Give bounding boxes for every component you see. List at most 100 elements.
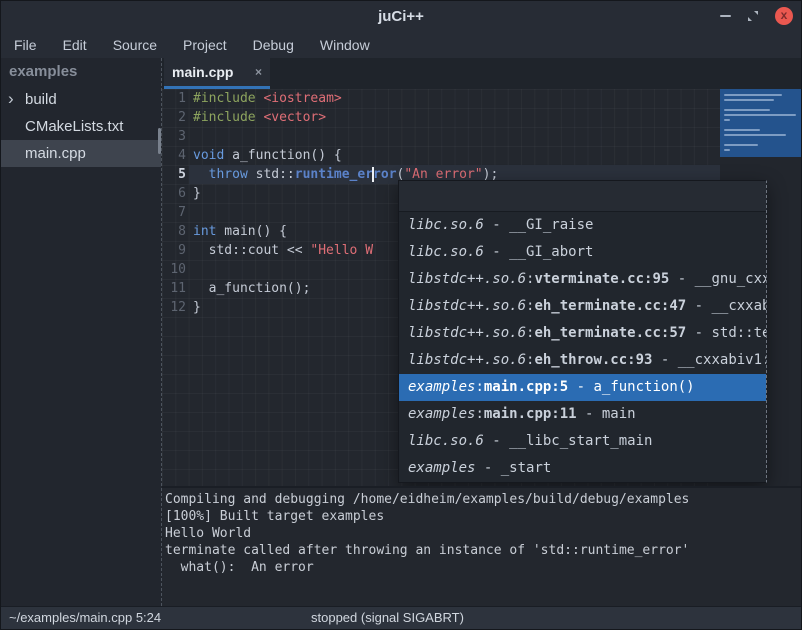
- minimap-code-bar: [724, 149, 730, 151]
- minimap-code-bar: [724, 99, 774, 101]
- code-line: 4void a_function() {: [162, 146, 722, 165]
- stack-frame[interactable]: libstdc++.so.6:eh_terminate.cc:47 - __cx…: [399, 293, 766, 320]
- menu-item-file[interactable]: File: [1, 33, 50, 57]
- close-icon[interactable]: x: [775, 7, 793, 25]
- tab-close-icon[interactable]: ×: [255, 65, 262, 79]
- menu-item-project[interactable]: Project: [170, 33, 240, 57]
- frame-location: eh_throw.cc:93: [534, 352, 652, 368]
- line-number: 11: [162, 279, 189, 298]
- tree-item-label: main.cpp: [25, 145, 86, 162]
- frame-library: examples: [408, 460, 475, 476]
- code-text: [189, 127, 722, 146]
- app-window: juCi++ x FileEditSourceProjectDebugWindo…: [0, 0, 802, 630]
- line-number: 12: [162, 298, 189, 317]
- code-segment: #include: [193, 110, 263, 125]
- window-controls: x: [720, 1, 793, 31]
- code-segment: #include: [193, 91, 263, 106]
- line-number: 5: [162, 165, 189, 184]
- backtrace-popup: libc.so.6 - __GI_raiselibc.so.6 - __GI_a…: [398, 180, 767, 483]
- stack-frame[interactable]: libc.so.6 - __libc_start_main: [399, 428, 766, 455]
- tab-label: main.cpp: [172, 64, 255, 80]
- menubar: FileEditSourceProjectDebugWindow: [1, 31, 801, 58]
- code-editor[interactable]: 1#include <iostream>2#include <vector>34…: [162, 89, 801, 486]
- frame-library: libstdc++.so.6: [408, 352, 526, 368]
- main-area: main.cpp × 1#include <iostream>2 #include…: [161, 58, 801, 606]
- tab-main-cpp[interactable]: main.cpp ×: [164, 58, 270, 89]
- restore-icon[interactable]: [747, 10, 759, 22]
- stack-frame[interactable]: libstdc++.so.6:eh_terminate.cc:57 - std:…: [399, 320, 766, 347]
- status-file-position: ~/examples/main.cpp 5:24: [9, 607, 161, 629]
- stack-frame[interactable]: libstdc++.so.6:vterminate.cc:95 - __gnu_…: [399, 266, 766, 293]
- frame-function: - a_function(): [568, 379, 694, 395]
- code-segment: }: [193, 300, 201, 315]
- frame-function: - __GI_abort: [484, 244, 594, 260]
- console-line: what(): An error: [165, 559, 801, 576]
- stack-frame[interactable]: examples - _start: [399, 455, 766, 482]
- stack-frame[interactable]: libstdc++.so.6:eh_throw.cc:93 - __cxxabi…: [399, 347, 766, 374]
- sidebar-item-main-cpp[interactable]: main.cpp: [1, 140, 161, 167]
- frame-library: examples: [408, 379, 475, 395]
- frame-location: main.cpp:11: [484, 406, 577, 422]
- frame-location: eh_terminate.cc:57: [534, 325, 686, 341]
- stack-frame[interactable]: examples:main.cpp:5 - a_function(): [399, 374, 766, 401]
- code-line: 2#include <vector>: [162, 108, 722, 127]
- frame-library: libstdc++.so.6: [408, 271, 526, 287]
- project-root-label: examples: [1, 58, 161, 86]
- code-segment: throw: [209, 167, 248, 182]
- sidebar-item-cmakelists-txt[interactable]: CMakeLists.txt: [1, 113, 161, 140]
- frame-library: libc.so.6: [408, 433, 484, 449]
- console-line: Hello World: [165, 525, 801, 542]
- menu-item-edit[interactable]: Edit: [50, 33, 100, 57]
- frame-location: main.cpp:5: [484, 379, 568, 395]
- minimap-code-bar: [724, 94, 782, 96]
- code-text: void a_function() {: [189, 146, 722, 165]
- window-title: juCi++: [378, 8, 424, 25]
- minimap-code-bar: [724, 129, 760, 131]
- console-line: Compiling and debugging /home/eidheim/ex…: [165, 491, 801, 508]
- frame-library: libc.so.6: [408, 244, 484, 260]
- frame-library: examples: [408, 406, 475, 422]
- menu-item-source[interactable]: Source: [100, 33, 170, 57]
- minimap-code-bar: [724, 114, 796, 116]
- console-line: [100%] Built target examples: [165, 508, 801, 525]
- minimap-code-bar: [724, 109, 770, 111]
- code-segment: runtime_er: [295, 167, 373, 182]
- titlebar[interactable]: juCi++ x: [1, 1, 801, 31]
- stack-frame[interactable]: libc.so.6 - __GI_raise: [399, 212, 766, 239]
- line-number: 9: [162, 241, 189, 260]
- menu-item-debug[interactable]: Debug: [240, 33, 307, 57]
- frame-library: libstdc++.so.6: [408, 325, 526, 341]
- tab-bar: main.cpp ×: [162, 58, 801, 89]
- line-number: 10: [162, 260, 189, 279]
- frame-function: - main: [577, 406, 636, 422]
- minimap-code-bar: [724, 119, 730, 121]
- code-segment: a_function() {: [224, 148, 341, 163]
- line-number: 6: [162, 184, 189, 203]
- tree-item-label: CMakeLists.txt: [25, 118, 123, 135]
- frame-colon: :: [475, 406, 483, 422]
- backtrace-list: libc.so.6 - __GI_raiselibc.so.6 - __GI_a…: [399, 212, 766, 482]
- minimize-icon[interactable]: [720, 15, 731, 17]
- code-segment: void: [193, 148, 224, 163]
- minimap-viewport[interactable]: [720, 89, 801, 157]
- popup-filter-input[interactable]: [399, 181, 766, 212]
- expander-icon[interactable]: ›: [8, 86, 14, 111]
- code-segment: std::cout <<: [193, 243, 310, 258]
- line-number: 2: [162, 108, 189, 127]
- frame-function: - __libc_start_main: [484, 433, 653, 449]
- frame-location: vterminate.cc:95: [534, 271, 669, 287]
- stack-frame[interactable]: libc.so.6 - __GI_abort: [399, 239, 766, 266]
- sidebar-item-build[interactable]: ›build: [1, 86, 161, 113]
- stack-frame[interactable]: examples:main.cpp:11 - main: [399, 401, 766, 428]
- file-tree: ›build CMakeLists.txt main.cpp: [1, 86, 161, 167]
- menu-item-window[interactable]: Window: [307, 33, 383, 57]
- code-line: 1#include <iostream>: [162, 89, 722, 108]
- frame-library: libc.so.6: [408, 217, 484, 233]
- debug-console[interactable]: Compiling and debugging /home/eidheim/ex…: [162, 486, 801, 606]
- code-segment: main() {: [216, 224, 286, 239]
- status-debug-state: stopped (signal SIGABRT): [311, 607, 464, 629]
- frame-colon: :: [475, 379, 483, 395]
- console-line: terminate called after throwing an insta…: [165, 542, 801, 559]
- line-number: 4: [162, 146, 189, 165]
- minimap-code-bar: [724, 134, 786, 136]
